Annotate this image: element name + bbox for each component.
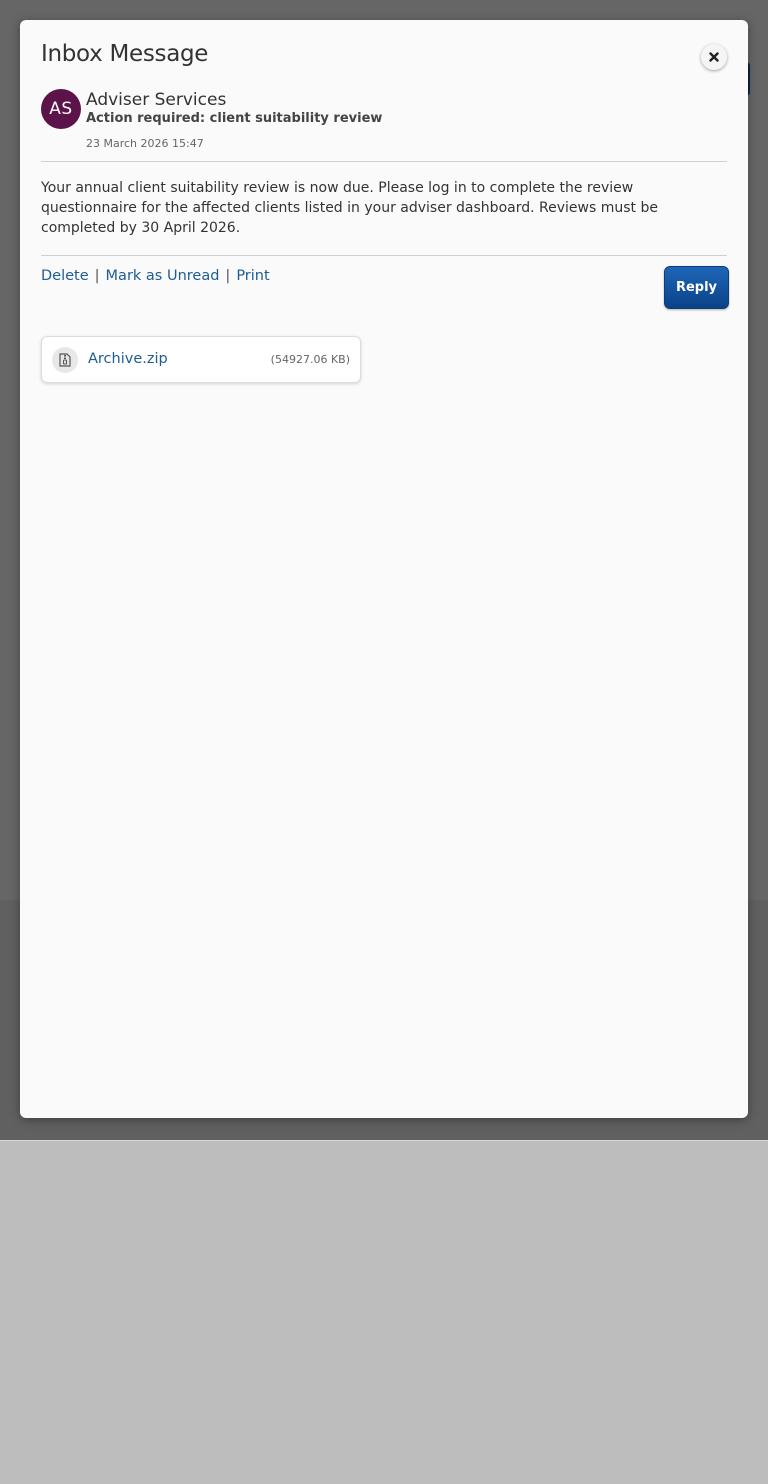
sender-name: Adviser Services: [86, 90, 227, 110]
attachment-size: (54927.06 KB): [270, 353, 350, 366]
attachment-item[interactable]: Archive.zip (54927.06 KB): [41, 336, 361, 383]
print-link[interactable]: Print: [236, 268, 269, 284]
message-actions: Delete | Mark as Unread | Print: [41, 268, 270, 284]
zip-file-icon: [52, 347, 78, 373]
inbox-message-modal: Inbox Message AS Adviser Services Action…: [20, 20, 748, 1118]
avatar-initials: AS: [49, 99, 73, 119]
action-separator: |: [225, 268, 231, 284]
avatar: AS: [41, 89, 81, 129]
close-icon: [709, 52, 719, 62]
message-timestamp: 23 March 2026 15:47: [86, 137, 204, 150]
header-divider: [41, 161, 727, 162]
message-subject: Action required: client suitability revi…: [86, 111, 383, 126]
mark-as-unread-link[interactable]: Mark as Unread: [106, 268, 220, 284]
message-body: Your annual client suitability review is…: [41, 180, 658, 236]
lower-page-area: [0, 1140, 768, 1484]
attachment-name[interactable]: Archive.zip: [88, 351, 168, 367]
reply-button-label: Reply: [675, 280, 718, 295]
action-separator: |: [94, 268, 100, 284]
body-divider: [41, 255, 727, 256]
close-button[interactable]: [701, 44, 727, 70]
delete-link[interactable]: Delete: [41, 268, 89, 284]
modal-title: Inbox Message: [41, 41, 209, 67]
reply-button[interactable]: Reply: [664, 266, 729, 309]
